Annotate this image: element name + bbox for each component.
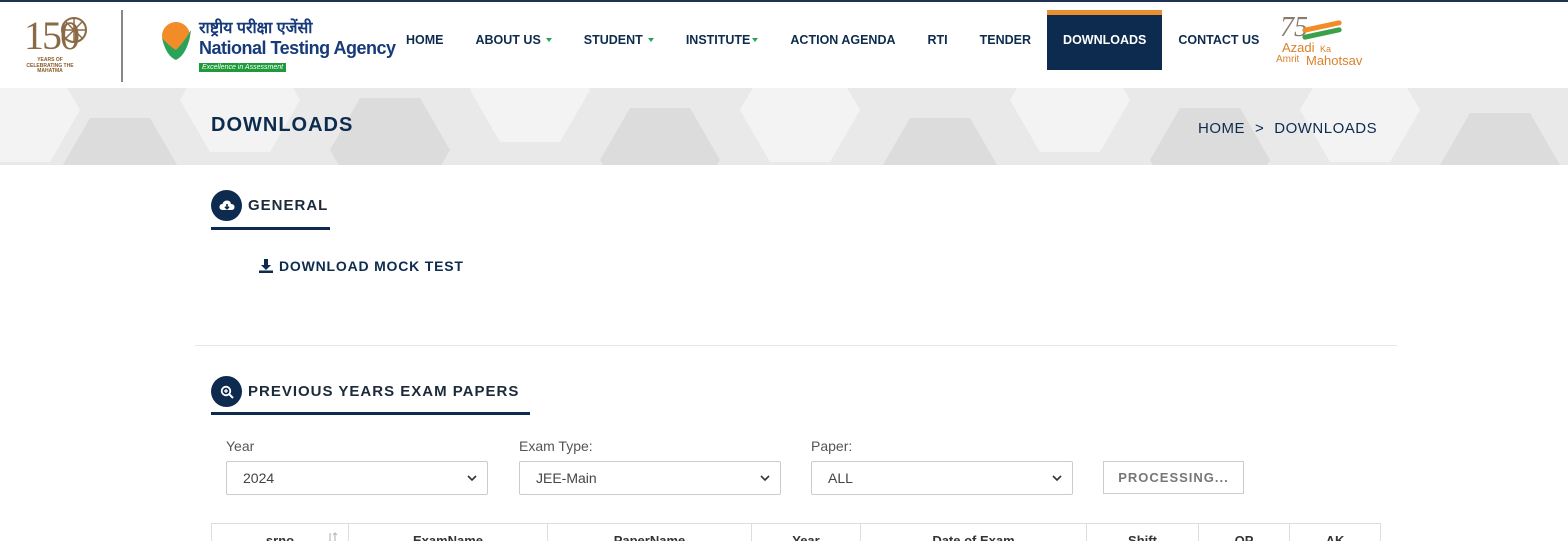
column-ak-label: AK (1325, 533, 1345, 541)
caret-down-icon (752, 38, 759, 42)
page-title: DOWNLOADS (211, 114, 354, 136)
amrit-word: Amrit (1276, 54, 1300, 65)
gandhi-150-logo[interactable]: 150 YEARS OF CELEBRATING THE MAHATMA (14, 10, 92, 82)
nav-rti[interactable]: RTI (912, 10, 964, 70)
nav-about-us-label: ABOUT US (475, 33, 541, 47)
nav-downloads[interactable]: DOWNLOADS (1047, 10, 1163, 70)
nav-institute[interactable]: INSTITUTE (670, 10, 775, 70)
chevron-down-icon (467, 475, 477, 482)
year-select[interactable]: 2024 (226, 461, 488, 495)
papers-underline (211, 412, 530, 415)
logo150-caption: YEARS OF CELEBRATING THE MAHATMA (26, 57, 74, 74)
main-nav: HOME ABOUT US STUDENT INSTITUTE ACTION A… (390, 10, 1275, 70)
section-divider (195, 345, 1397, 346)
column-header-date-of-exam[interactable]: Date of Exam (861, 524, 1087, 541)
nav-student-label: STUDENT (583, 33, 643, 47)
papers-title: PREVIOUS YEARS EXAM PAPERS (248, 383, 520, 400)
general-title: GENERAL (248, 197, 329, 214)
nav-tender[interactable]: TENDER (964, 10, 1047, 70)
exam-type-select-value: JEE-Main (536, 470, 597, 486)
nav-contact-us[interactable]: CONTACT US (1162, 10, 1275, 70)
papers-table-header: srno ExamName PaperName Year Date of Exa… (211, 523, 1381, 541)
column-header-year[interactable]: Year (752, 524, 861, 541)
column-srno-label: srno (265, 533, 295, 541)
column-header-qp[interactable]: QP (1199, 524, 1290, 541)
mahotsav-word: Mahotsav (1306, 53, 1363, 68)
site-header: 150 YEARS OF CELEBRATING THE MAHATMA राष… (0, 2, 1568, 88)
nav-rti-label: RTI (927, 33, 948, 47)
chevron-down-icon (760, 475, 770, 482)
breadcrumb-current: DOWNLOADS (1274, 120, 1378, 137)
column-header-srno[interactable]: srno (212, 524, 349, 541)
breadcrumb: HOME > DOWNLOADS (1198, 120, 1377, 137)
nav-contact-us-label: CONTACT US (1178, 33, 1260, 47)
breadcrumb-separator: > (1255, 120, 1265, 137)
nav-home[interactable]: HOME (390, 10, 460, 70)
processing-button[interactable]: PROCESSING... (1103, 461, 1244, 494)
exam-type-select[interactable]: JEE-Main (519, 461, 781, 495)
nta-check-icon (162, 22, 191, 60)
column-qp-label: QP (1234, 533, 1254, 541)
sort-icon (328, 532, 338, 541)
nta-tagline: Excellence in Assessment (199, 63, 287, 72)
column-header-examname[interactable]: ExamName (349, 524, 548, 541)
nav-institute-label: INSTITUTE (685, 33, 751, 47)
paper-select[interactable]: ALL (811, 461, 1073, 495)
column-header-papername[interactable]: PaperName (548, 524, 752, 541)
general-section-header: GENERAL (211, 190, 328, 221)
column-date-label: Date of Exam (932, 533, 1015, 541)
nav-home-label: HOME (406, 33, 444, 47)
column-header-shift[interactable]: Shift (1087, 524, 1199, 541)
chevron-down-icon (1052, 475, 1062, 482)
nta-english-name: National Testing Agency (199, 38, 396, 58)
nav-action-agenda-label: ACTION AGENDA (790, 33, 896, 47)
column-year-label: Year (792, 533, 820, 541)
column-shift-label: Shift (1128, 533, 1157, 541)
nav-tender-label: TENDER (979, 33, 1032, 47)
charkha-icon (61, 17, 87, 43)
column-examname-label: ExamName (412, 533, 484, 541)
year-select-value: 2024 (243, 470, 275, 486)
column-papername-label: PaperName (613, 533, 686, 541)
logo-separator (121, 10, 123, 82)
azadi-ka-amrit-mahotsav-logo[interactable]: 75 Azadi Ka Amrit Mahotsav (1272, 12, 1372, 74)
download-mock-test-label: DOWNLOAD MOCK TEST (279, 258, 464, 274)
nta-logo[interactable]: राष्ट्रीय परीक्षा एजेंसी National Testin… (160, 16, 396, 76)
paper-select-value: ALL (828, 470, 853, 486)
papers-section-header: PREVIOUS YEARS EXAM PAPERS (211, 376, 519, 407)
download-mock-test-link[interactable]: DOWNLOAD MOCK TEST (259, 258, 464, 274)
caret-down-icon (647, 38, 654, 42)
download-icon (259, 259, 273, 273)
caret-down-icon (545, 38, 552, 42)
nav-about-us[interactable]: ABOUT US (460, 10, 568, 70)
breadcrumb-home[interactable]: HOME (1198, 120, 1245, 137)
nav-student[interactable]: STUDENT (568, 10, 670, 70)
cloud-download-icon (211, 190, 242, 221)
nav-downloads-label: DOWNLOADS (1063, 33, 1147, 47)
paper-label: Paper: (811, 438, 853, 454)
exam-type-label: Exam Type: (519, 438, 593, 454)
column-header-ak[interactable]: AK (1290, 524, 1380, 541)
nav-action-agenda[interactable]: ACTION AGENDA (774, 10, 911, 70)
search-plus-icon (211, 376, 242, 407)
nta-hindi-name: राष्ट्रीय परीक्षा एजेंसी (199, 20, 313, 37)
year-label: Year (226, 438, 255, 454)
general-underline (211, 227, 330, 230)
